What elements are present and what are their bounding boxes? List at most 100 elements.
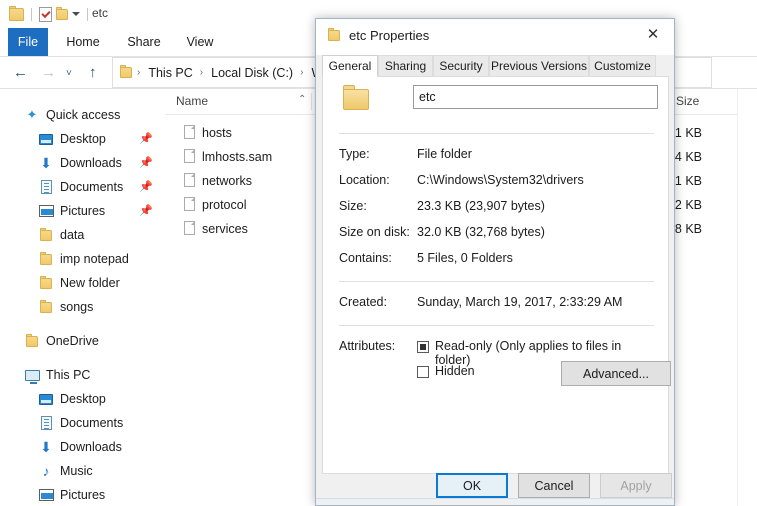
breadcrumb-item-this-pc[interactable]: This PC bbox=[148, 66, 192, 80]
column-divider-1[interactable] bbox=[311, 93, 312, 110]
file-icon bbox=[184, 149, 195, 163]
property-value: 23.3 KB (23,907 bytes) bbox=[417, 199, 545, 213]
tab-general[interactable]: General bbox=[322, 55, 378, 77]
properties-dialog: etc Properties ✕ General Sharing Securit… bbox=[315, 18, 675, 506]
dialog-tabstrip: General Sharing Security Previous Versio… bbox=[316, 55, 674, 77]
sidebar-item-label: imp notepad bbox=[60, 252, 129, 266]
column-header-name[interactable]: Name bbox=[176, 89, 208, 114]
sidebar-item-new-folder[interactable]: New folder bbox=[0, 271, 165, 295]
dropdown-caret-icon[interactable] bbox=[72, 12, 80, 16]
column-header-size[interactable]: Size bbox=[676, 89, 699, 114]
sidebar-item-label: Downloads bbox=[60, 440, 122, 454]
ribbon-tab-file[interactable]: File bbox=[8, 28, 48, 56]
folder-icon bbox=[328, 28, 340, 41]
documents-icon bbox=[38, 179, 54, 195]
file-explorer-window: etc File Home Share View ← → ˅ ↑ › This … bbox=[0, 0, 757, 506]
ribbon-tab-view[interactable]: View bbox=[180, 28, 220, 56]
pictures-icon bbox=[38, 203, 54, 219]
music-icon: ♪ bbox=[42, 463, 50, 479]
back-button[interactable]: ← bbox=[13, 65, 29, 81]
sidebar-item-data[interactable]: data bbox=[0, 223, 165, 247]
sidebar-item-onedrive[interactable]: OneDrive bbox=[0, 329, 165, 353]
property-row-size: Size: 23.3 KB (23,907 bytes) bbox=[339, 199, 656, 221]
sidebar-item-thispc-music[interactable]: ♪ Music bbox=[0, 459, 165, 483]
sidebar-item-thispc-pictures[interactable]: Pictures bbox=[0, 483, 165, 506]
chevron-down-icon: ˅ bbox=[66, 68, 72, 79]
pictures-icon bbox=[38, 487, 54, 503]
file-icon bbox=[184, 197, 195, 211]
sidebar-item-label: Quick access bbox=[46, 108, 121, 122]
pin-icon[interactable]: 📌 bbox=[139, 134, 153, 145]
property-label: Location: bbox=[339, 173, 390, 187]
new-folder-icon[interactable] bbox=[56, 6, 68, 20]
dialog-titlebar: etc Properties ✕ bbox=[316, 19, 674, 55]
sidebar-item-label: Desktop bbox=[60, 132, 106, 146]
sidebar-item-downloads[interactable]: ⬇ Downloads 📌 bbox=[0, 151, 165, 175]
window-title: etc bbox=[92, 6, 109, 20]
sidebar-item-thispc-downloads[interactable]: ⬇ Downloads bbox=[0, 435, 165, 459]
breadcrumb-separator-1: › bbox=[199, 67, 204, 78]
sidebar-item-label: OneDrive bbox=[46, 334, 99, 348]
property-row-type: Type: File folder bbox=[339, 147, 656, 169]
tab-security[interactable]: Security bbox=[433, 55, 489, 77]
up-button[interactable]: ↑ bbox=[89, 65, 105, 81]
toolbar-separator-2 bbox=[87, 7, 88, 21]
sidebar-item-documents[interactable]: Documents 📌 bbox=[0, 175, 165, 199]
sidebar-item-label: Documents bbox=[60, 180, 124, 194]
property-label: Created: bbox=[339, 295, 387, 309]
sidebar-item-thispc-desktop[interactable]: Desktop bbox=[0, 387, 165, 411]
folder-icon[interactable] bbox=[9, 5, 24, 21]
cancel-button[interactable]: Cancel bbox=[518, 473, 590, 498]
file-name: protocol bbox=[202, 198, 247, 212]
folder-icon bbox=[38, 227, 54, 243]
back-arrow-icon: ← bbox=[13, 64, 28, 81]
pin-icon[interactable]: 📌 bbox=[139, 182, 153, 193]
sort-ascending-icon: ⌃ bbox=[298, 94, 307, 105]
tab-previous-versions[interactable]: Previous Versions bbox=[489, 55, 589, 77]
property-label: Type: bbox=[339, 147, 370, 161]
sidebar-item-label: Desktop bbox=[60, 392, 106, 406]
pin-icon[interactable]: 📌 bbox=[139, 158, 153, 169]
sidebar-item-label: New folder bbox=[60, 276, 120, 290]
close-icon[interactable]: ✕ bbox=[632, 19, 674, 49]
breadcrumb-item-local-disk[interactable]: Local Disk (C:) bbox=[211, 66, 293, 80]
ribbon-tab-home[interactable]: Home bbox=[60, 28, 106, 56]
sidebar-item-label: Pictures bbox=[60, 204, 106, 218]
tab-customize[interactable]: Customize bbox=[589, 55, 656, 77]
sidebar-item-quick-access[interactable]: ✦ Quick access bbox=[0, 103, 165, 127]
sidebar-item-this-pc[interactable]: This PC bbox=[0, 363, 165, 387]
folder-icon bbox=[24, 333, 40, 349]
forward-button[interactable]: → bbox=[41, 65, 57, 81]
sidebar-item-songs[interactable]: songs bbox=[0, 295, 165, 319]
readonly-checkbox[interactable] bbox=[417, 341, 429, 353]
property-row-contains: Contains: 5 Files, 0 Folders bbox=[339, 251, 656, 273]
desktop-icon bbox=[38, 391, 54, 407]
property-value: 32.0 KB (32,768 bytes) bbox=[417, 225, 545, 239]
sidebar-item-desktop[interactable]: Desktop 📌 bbox=[0, 127, 165, 151]
vertical-scrollbar[interactable] bbox=[737, 89, 757, 506]
dialog-bottom-accent bbox=[316, 498, 674, 499]
sidebar-item-thispc-documents[interactable]: Documents bbox=[0, 411, 165, 435]
advanced-button[interactable]: Advanced... bbox=[561, 361, 671, 386]
sidebar-item-label: data bbox=[60, 228, 85, 242]
tab-sharing[interactable]: Sharing bbox=[378, 55, 433, 77]
folder-icon bbox=[38, 299, 54, 315]
quick-access-toolbar bbox=[9, 4, 91, 24]
property-label: Size on disk: bbox=[339, 225, 410, 239]
properties-icon[interactable] bbox=[39, 6, 52, 22]
documents-icon bbox=[38, 415, 54, 431]
sidebar-item-pictures[interactable]: Pictures 📌 bbox=[0, 199, 165, 223]
recent-locations-button[interactable]: ˅ bbox=[66, 65, 82, 81]
navigation-pane: ✦ Quick access Desktop 📌 ⬇ Downloads 📌 D… bbox=[0, 89, 165, 506]
breadcrumb-separator-2: › bbox=[300, 67, 304, 78]
hidden-checkbox[interactable] bbox=[417, 366, 429, 378]
ok-button[interactable]: OK bbox=[436, 473, 508, 498]
pin-icon[interactable]: 📌 bbox=[139, 206, 153, 217]
folder-name-input[interactable]: etc bbox=[413, 85, 658, 109]
apply-button: Apply bbox=[600, 473, 672, 498]
sidebar-item-imp-notepad[interactable]: imp notepad bbox=[0, 247, 165, 271]
file-icon bbox=[184, 173, 195, 187]
folder-icon-large bbox=[343, 85, 369, 111]
file-name: networks bbox=[202, 174, 253, 188]
ribbon-tab-share[interactable]: Share bbox=[122, 28, 166, 56]
